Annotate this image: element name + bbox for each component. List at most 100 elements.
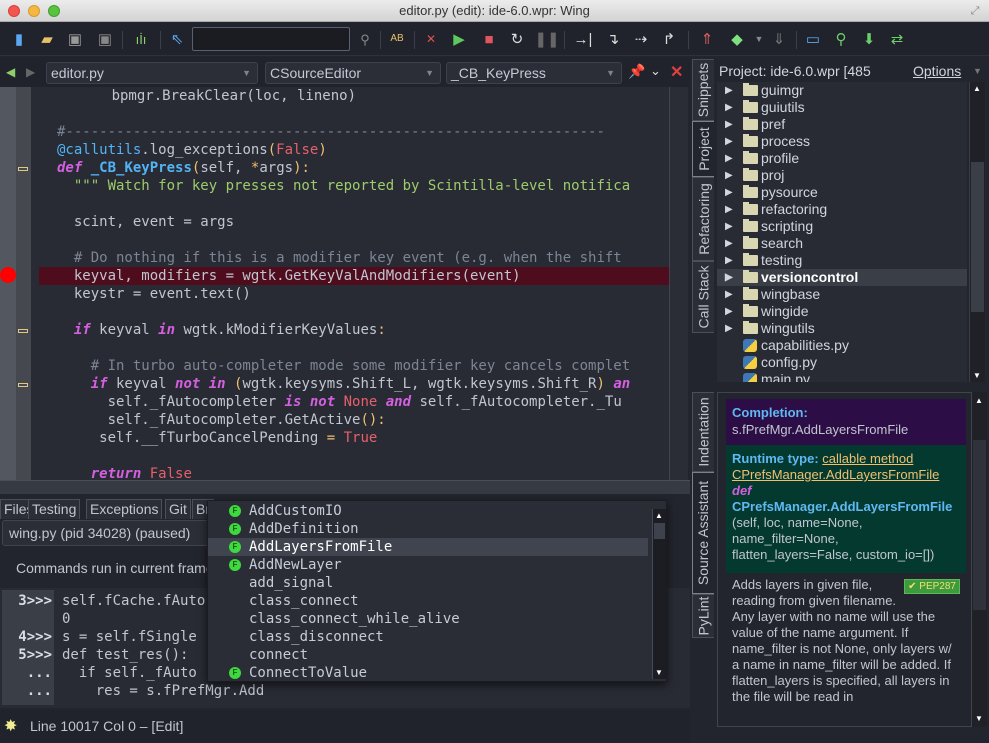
autocomplete-item[interactable]: class_disconnect bbox=[208, 628, 648, 646]
restart-icon[interactable]: ↻ bbox=[506, 28, 528, 50]
tree-item[interactable]: ▶ guiutils bbox=[717, 99, 967, 116]
scroll-down-icon[interactable]: ▼ bbox=[973, 371, 981, 380]
debug-run-icon[interactable]: ▶ bbox=[448, 28, 470, 50]
editor-vertical-scrollbar[interactable] bbox=[669, 87, 688, 480]
save-icon[interactable]: ▣ bbox=[64, 28, 86, 50]
tab-git[interactable]: Git bbox=[165, 499, 191, 519]
expand-arrow-icon[interactable]: ▶ bbox=[725, 150, 733, 167]
expand-arrow-icon[interactable]: ▶ bbox=[725, 167, 733, 184]
tree-item[interactable]: ▶ versioncontrol bbox=[717, 269, 967, 286]
expand-arrow-icon[interactable]: ▶ bbox=[725, 82, 733, 99]
tab-refactoring[interactable]: Refactoring bbox=[692, 177, 714, 261]
tab-exceptions[interactable]: Exceptions bbox=[86, 499, 163, 519]
pin-icon[interactable]: 📌 bbox=[628, 63, 645, 80]
tree-item[interactable]: ▶ search bbox=[717, 235, 967, 252]
scroll-up-icon[interactable]: ▲ bbox=[655, 511, 663, 520]
step-over-icon[interactable]: ↴ bbox=[602, 28, 624, 50]
autocomplete-item[interactable]: F ConnectToValue bbox=[208, 664, 648, 682]
tree-item[interactable]: ▶ process bbox=[717, 133, 967, 150]
close-window-button[interactable] bbox=[8, 5, 20, 17]
autocomplete-item[interactable]: F AddCustomIO bbox=[208, 502, 648, 520]
tree-item[interactable]: ▶ refactoring bbox=[717, 201, 967, 218]
open-folder-icon[interactable]: ▰ bbox=[36, 28, 58, 50]
minimize-window-button[interactable] bbox=[28, 5, 40, 17]
options-menu[interactable]: Options bbox=[913, 60, 961, 82]
step-into-icon[interactable]: →| bbox=[572, 28, 594, 50]
expand-arrow-icon[interactable]: ▶ bbox=[725, 252, 733, 269]
close-document-icon[interactable]: ✕ bbox=[420, 28, 442, 50]
tree-item[interactable]: ▶ testing bbox=[717, 252, 967, 269]
tree-item[interactable]: main.py bbox=[717, 371, 967, 382]
refresh-arrows-icon[interactable]: ⇄ bbox=[886, 28, 908, 50]
chevron-down-icon[interactable]: ⌄ bbox=[650, 63, 661, 79]
expand-arrow-icon[interactable]: ▶ bbox=[725, 218, 733, 235]
close-editor-icon[interactable]: ✕ bbox=[670, 62, 683, 82]
tree-item[interactable]: capabilities.py bbox=[717, 337, 967, 354]
code-editor[interactable]: bpmgr.BreakClear(loc, lineno) #---------… bbox=[31, 87, 669, 480]
autocomplete-item[interactable]: class_connect bbox=[208, 592, 648, 610]
autocomplete-item[interactable]: class_connect_while_alive bbox=[208, 610, 648, 628]
download-arrow-icon[interactable]: ⬇ bbox=[858, 28, 880, 50]
expand-arrow-icon[interactable]: ▶ bbox=[725, 201, 733, 218]
scroll-down-icon[interactable]: ▼ bbox=[975, 714, 983, 723]
expand-arrow-icon[interactable]: ▶ bbox=[725, 133, 733, 150]
expand-arrow-icon[interactable]: ▶ bbox=[725, 269, 733, 286]
search-icon[interactable]: ⚲ bbox=[354, 28, 376, 50]
display-icon[interactable]: ▭ bbox=[802, 28, 824, 50]
new-file-icon[interactable]: ▮ bbox=[8, 28, 30, 50]
expand-arrow-icon[interactable]: ▶ bbox=[725, 99, 733, 116]
scroll-up-icon[interactable]: ▲ bbox=[973, 84, 981, 93]
expand-arrow-icon[interactable]: ▶ bbox=[725, 184, 733, 201]
fold-gutter[interactable] bbox=[16, 87, 31, 480]
fold-marker-icon[interactable] bbox=[18, 329, 28, 333]
autocomplete-item[interactable]: add_signal bbox=[208, 574, 648, 592]
project-tree-scrollbar[interactable]: ▲ ▼ bbox=[969, 82, 985, 382]
tree-item[interactable]: ▶ profile bbox=[717, 150, 967, 167]
indent-icon[interactable]: ıİı bbox=[130, 28, 152, 50]
move-stack-down-icon[interactable]: ⇓ bbox=[768, 28, 790, 50]
scroll-thumb[interactable] bbox=[654, 523, 665, 539]
zoom-window-button[interactable] bbox=[48, 5, 60, 17]
dropdown-arrow-icon[interactable]: ▼ bbox=[748, 28, 770, 50]
tab-testing[interactable]: Testing bbox=[28, 499, 81, 519]
scroll-thumb[interactable] bbox=[971, 162, 984, 312]
move-stack-up-icon[interactable]: ⇑ bbox=[696, 28, 718, 50]
tree-item[interactable]: ▶ wingbase bbox=[717, 286, 967, 303]
autocomplete-item[interactable]: connect bbox=[208, 646, 648, 664]
step-return-icon[interactable]: ↱ bbox=[658, 28, 680, 50]
expand-arrow-icon[interactable]: ▶ bbox=[725, 286, 733, 303]
expand-arrow-icon[interactable]: ▶ bbox=[725, 235, 733, 252]
forward-arrow-icon[interactable]: ▶ bbox=[26, 65, 35, 79]
back-arrow-icon[interactable]: ◀ bbox=[6, 65, 15, 79]
expand-arrow-icon[interactable]: ▶ bbox=[725, 116, 733, 133]
breakpoint-gutter[interactable] bbox=[0, 87, 16, 480]
chevron-down-icon[interactable]: ▼ bbox=[973, 60, 982, 82]
fold-marker-icon[interactable] bbox=[18, 167, 28, 171]
fold-marker-icon[interactable] bbox=[18, 383, 28, 387]
tree-item[interactable]: ▶ pref bbox=[717, 116, 967, 133]
tree-item[interactable]: ▶ guimgr bbox=[717, 82, 967, 99]
autocomplete-scrollbar[interactable]: ▲ ▼ bbox=[652, 509, 666, 679]
tab-call-stack[interactable]: Call Stack bbox=[692, 261, 714, 333]
save-all-icon[interactable]: ▣ bbox=[94, 28, 116, 50]
breakpoint-toggle-icon[interactable]: ◆ bbox=[726, 28, 748, 50]
scroll-up-icon[interactable]: ▲ bbox=[975, 396, 983, 405]
scroll-thumb[interactable] bbox=[973, 440, 986, 610]
tree-item[interactable]: ▶ pysource bbox=[717, 184, 967, 201]
callable-method-link[interactable]: callable method bbox=[822, 451, 913, 466]
fullscreen-icon[interactable]: ⤢ bbox=[969, 5, 981, 17]
expand-arrow-icon[interactable]: ▶ bbox=[725, 320, 733, 337]
step-out-icon[interactable]: ⇢ bbox=[630, 28, 652, 50]
tree-item[interactable]: ▶ scripting bbox=[717, 218, 967, 235]
class-selector[interactable]: CSourceEditor ▼ bbox=[265, 62, 441, 84]
project-tree[interactable]: ▶ guimgr ▶ guiutils ▶ pref ▶ process ▶ profile ▶ pr… bbox=[717, 82, 967, 382]
tab-pylint[interactable]: PyLint bbox=[692, 594, 714, 638]
breakpoint-icon[interactable] bbox=[0, 267, 16, 283]
method-selector[interactable]: _CB_KeyPress ▼ bbox=[446, 62, 622, 84]
tree-item[interactable]: config.py bbox=[717, 354, 967, 371]
expand-arrow-icon[interactable]: ▶ bbox=[725, 303, 733, 320]
scroll-down-icon[interactable]: ▼ bbox=[655, 668, 663, 677]
tree-item[interactable]: ▶ wingutils bbox=[717, 320, 967, 337]
autocomplete-item[interactable]: F AddNewLayer bbox=[208, 556, 648, 574]
select-pointer-icon[interactable]: ⇖ bbox=[166, 28, 188, 50]
